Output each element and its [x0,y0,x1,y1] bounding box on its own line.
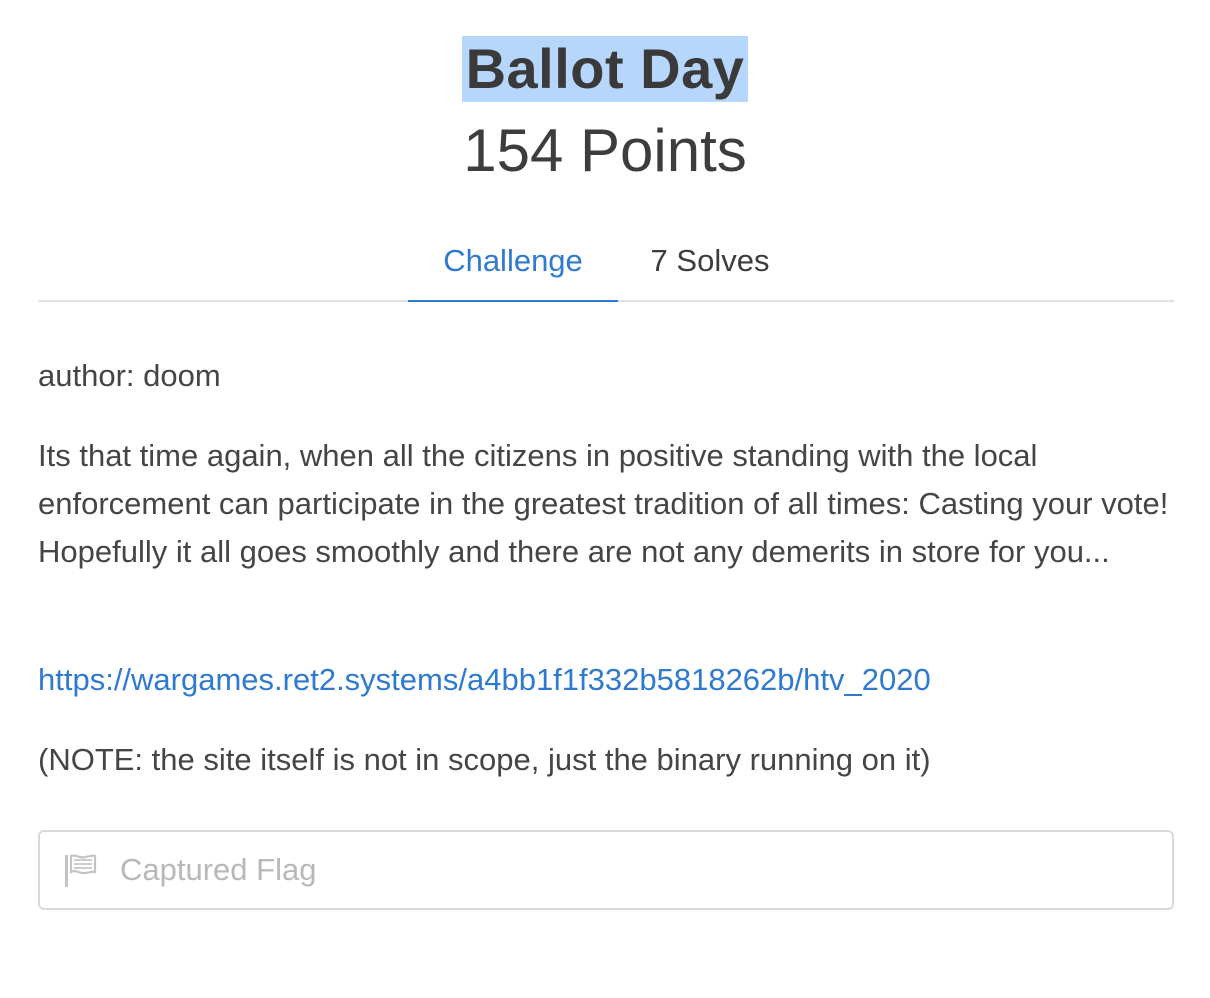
challenge-description: Its that time again, when all the citize… [38,438,1169,569]
challenge-points: 154 Points [463,117,747,184]
challenge-author: author: doom [38,358,221,393]
challenge-note: (NOTE: the site itself is not in scope, … [38,742,931,777]
challenge-link[interactable]: https://wargames.ret2.systems/a4bb1f1f33… [38,656,1174,704]
challenge-modal: Ballot Day 154 Points Challenge 7 Solves… [0,0,1210,998]
tab-solves[interactable]: 7 Solves [634,232,786,300]
challenge-title: Ballot Day [461,36,749,102]
flag-input-group [38,830,1174,910]
flag-input[interactable] [120,832,1160,908]
flag-icon [65,854,97,887]
tab-challenge[interactable]: Challenge [408,232,618,302]
challenge-tabs: Challenge 7 Solves [38,232,1174,302]
challenge-header: Ballot Day [0,36,1210,102]
